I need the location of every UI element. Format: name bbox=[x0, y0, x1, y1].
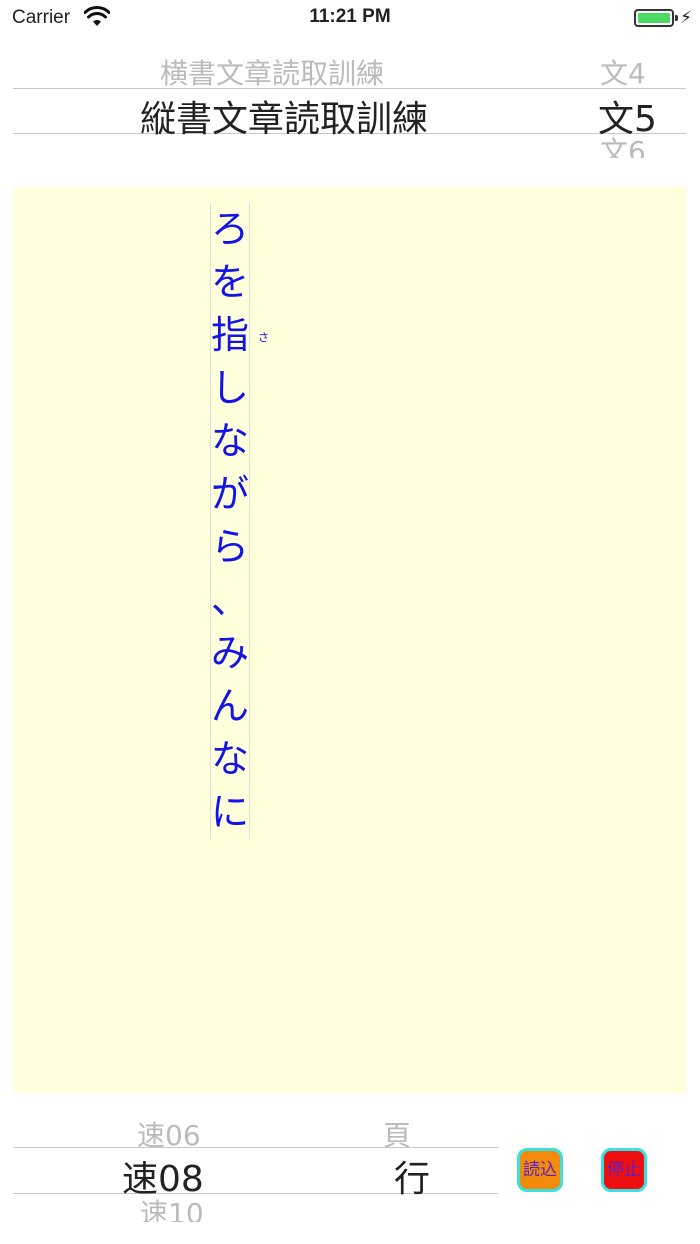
speed-unit-picker[interactable]: 速06 速08 速10 頁 行 bbox=[0, 1112, 510, 1222]
text-option-next[interactable]: 文6 bbox=[600, 130, 646, 158]
load-button[interactable]: 読込 bbox=[517, 1148, 563, 1192]
unit-option-selected[interactable]: 行 bbox=[394, 1150, 430, 1202]
char-cell: し bbox=[210, 362, 250, 415]
ruby-annotation: さ bbox=[258, 331, 269, 344]
reading-area: ろ を 指 し な が ら 、 み ん な に さ bbox=[13, 187, 686, 1093]
char-cell: 指 bbox=[210, 309, 250, 362]
char-cell: 、 bbox=[210, 574, 250, 627]
charging-icon: ⚡ bbox=[680, 8, 692, 28]
mode-option-selected[interactable]: 縦書文章読取訓練 bbox=[140, 90, 428, 142]
char-cell: ん bbox=[210, 680, 250, 733]
char-cell: ろ bbox=[210, 203, 250, 256]
char-cell: を bbox=[210, 256, 250, 309]
speed-option-next[interactable]: 速10 bbox=[140, 1192, 204, 1222]
char-cell: が bbox=[210, 468, 250, 521]
stop-button[interactable]: 停止 bbox=[601, 1148, 647, 1192]
clock: 11:21 PM bbox=[309, 6, 391, 27]
char-cell: に bbox=[210, 786, 250, 839]
unit-option-prev[interactable]: 頁 bbox=[383, 1114, 411, 1154]
vertical-text-column: ろ を 指 し な が ら 、 み ん な に bbox=[210, 203, 256, 839]
battery-icon bbox=[634, 9, 678, 27]
char-cell: み bbox=[210, 627, 250, 680]
status-bar: Carrier 11:21 PM ⚡ bbox=[0, 0, 700, 36]
speed-option-prev[interactable]: 速06 bbox=[137, 1114, 201, 1154]
text-option-prev[interactable]: 文4 bbox=[600, 56, 646, 92]
char-cell: な bbox=[210, 415, 250, 468]
mode-option-prev[interactable]: 横書文章読取訓練 bbox=[160, 56, 384, 92]
char-cell: ら bbox=[210, 521, 250, 574]
char-cell: な bbox=[210, 733, 250, 786]
mode-text-picker[interactable]: 横書文章読取訓練 縦書文章読取訓練 文4 文5 文6 bbox=[0, 56, 700, 158]
